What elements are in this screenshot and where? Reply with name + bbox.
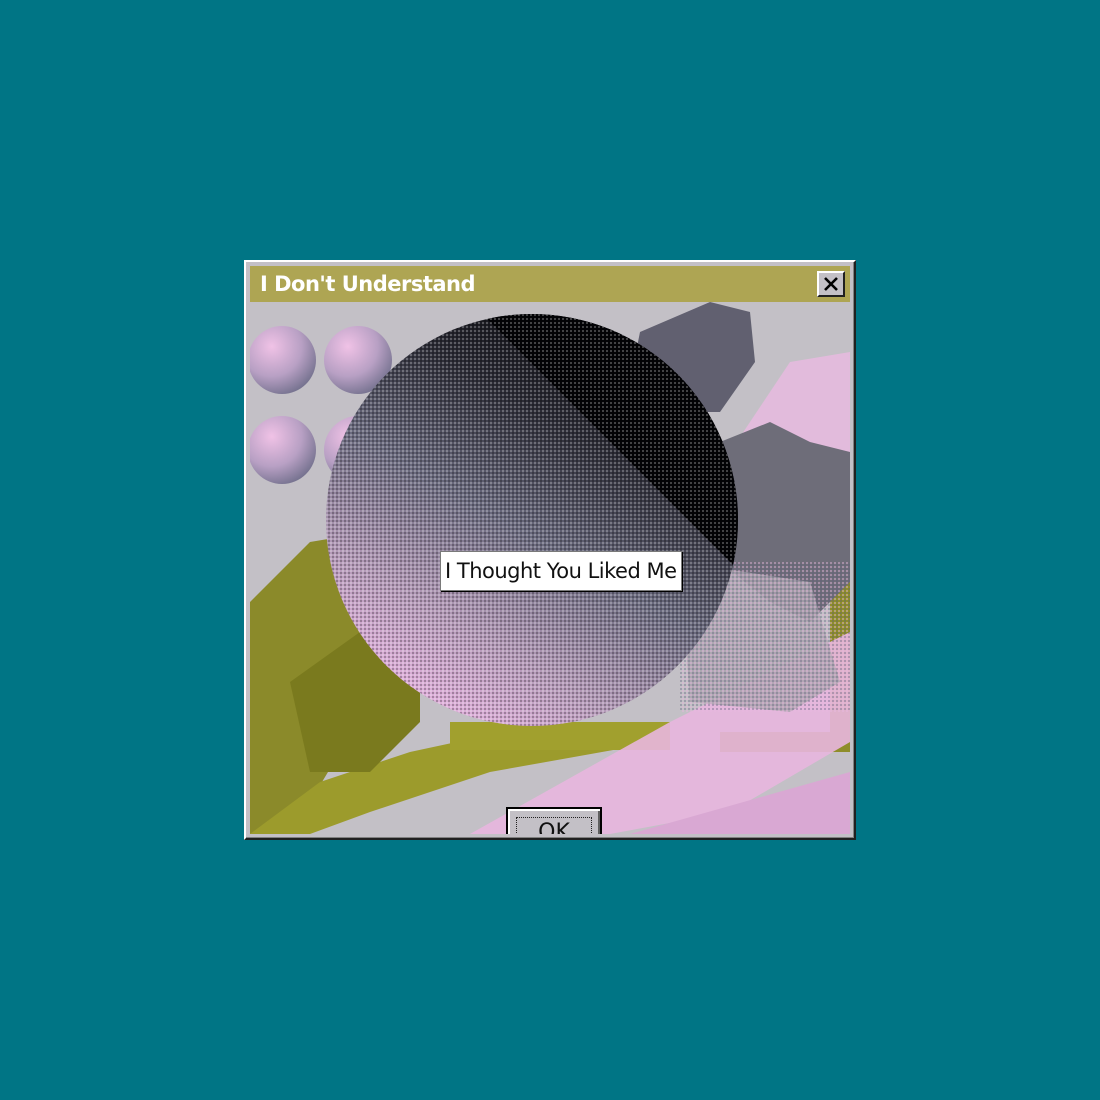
desktop-background: I Don't Understand I Thought You Liked M… xyxy=(0,0,1100,1100)
title-bar[interactable]: I Don't Understand xyxy=(250,266,850,302)
ok-button[interactable]: OK xyxy=(506,807,602,834)
close-button[interactable] xyxy=(817,271,845,297)
dialog-window: I Don't Understand I Thought You Liked M… xyxy=(244,260,856,840)
message-text: I Thought You Liked Me xyxy=(440,551,682,591)
close-x-icon xyxy=(824,277,838,291)
dialog-artwork: I Thought You Liked Me OK xyxy=(250,302,850,834)
ok-button-label: OK xyxy=(538,820,570,834)
window-title: I Don't Understand xyxy=(260,272,476,296)
